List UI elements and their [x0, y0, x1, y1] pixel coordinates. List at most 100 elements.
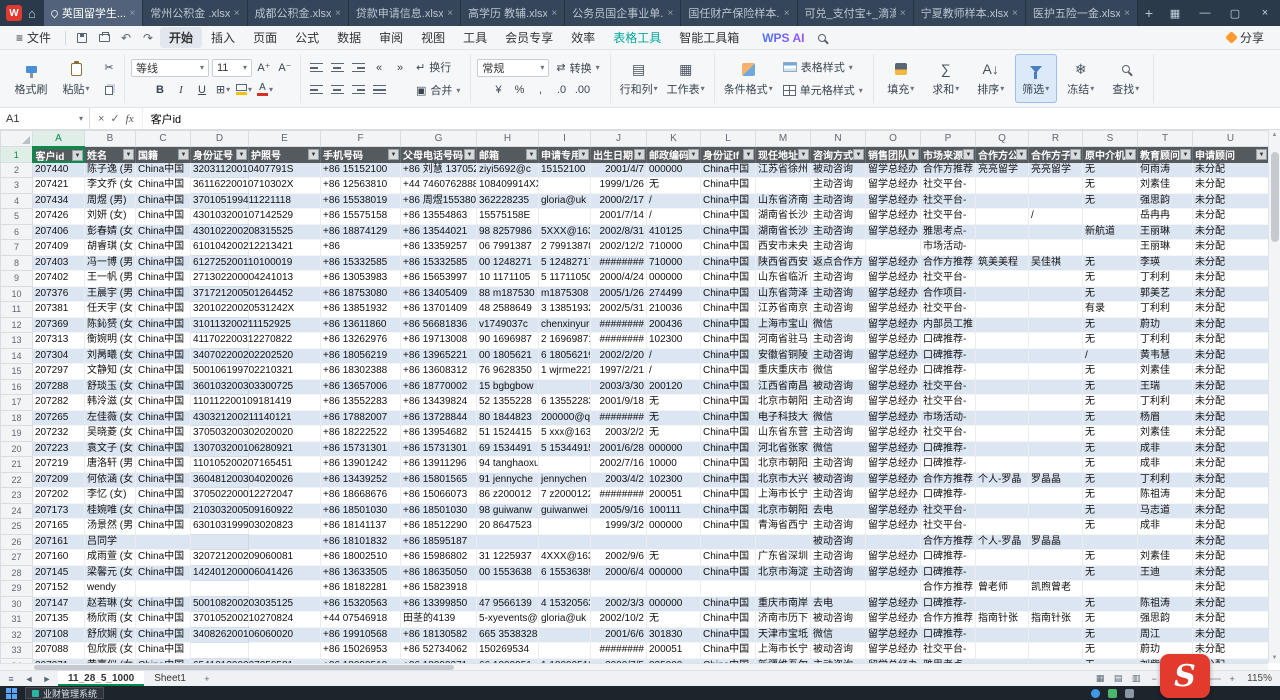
decrease-font-button[interactable]: A⁻: [276, 59, 294, 77]
cell[interactable]: 无: [1083, 163, 1138, 178]
wps-logo-icon[interactable]: W: [6, 5, 22, 21]
cell[interactable]: /: [1083, 348, 1138, 364]
cell[interactable]: 上海市长宁: [756, 488, 811, 504]
cell[interactable]: 207209: [33, 472, 85, 488]
cell[interactable]: 田茎的4139: [401, 612, 477, 628]
column-header[interactable]: A: [33, 131, 85, 147]
cell[interactable]: 500108200203035125: [191, 596, 249, 612]
wrap-text-button[interactable]: ↵换行: [412, 58, 464, 76]
cell[interactable]: +86 18182281: [321, 581, 401, 597]
menu-tab[interactable]: 公式: [286, 27, 328, 48]
cell[interactable]: ########: [591, 643, 647, 659]
cell[interactable]: China中国: [136, 627, 191, 643]
cell[interactable]: [866, 240, 921, 256]
cell[interactable]: 亮亮留学: [1029, 163, 1083, 178]
cell[interactable]: China中国: [701, 441, 756, 457]
cell[interactable]: 汤景然 (男: [85, 519, 136, 535]
cell[interactable]: [866, 581, 921, 597]
cell[interactable]: 未分配: [1193, 209, 1269, 225]
cell[interactable]: [539, 519, 591, 535]
decrease-decimal-button[interactable]: .0: [553, 81, 571, 99]
cell[interactable]: [191, 643, 249, 659]
menu-tab[interactable]: 会员专享: [496, 27, 562, 48]
cell[interactable]: China中国: [136, 395, 191, 411]
cell[interactable]: China中国: [701, 519, 756, 535]
start-button[interactable]: [6, 688, 17, 699]
row-number[interactable]: 27: [1, 550, 33, 566]
cell[interactable]: 36116220010710302X: [191, 178, 249, 194]
cell[interactable]: +86 13359257: [401, 240, 477, 256]
cell[interactable]: +86 刘慧 137052: [401, 163, 477, 178]
cell[interactable]: 未分配: [1193, 178, 1269, 194]
cell[interactable]: 合作方推荐: [921, 581, 976, 597]
cell[interactable]: 无: [1083, 271, 1138, 287]
cell[interactable]: 207288: [33, 379, 85, 395]
currency-button[interactable]: ¥: [490, 81, 508, 99]
cell[interactable]: 2003/4/2: [591, 472, 647, 488]
cell[interactable]: [539, 627, 591, 643]
cell[interactable]: China中国: [136, 333, 191, 349]
cell[interactable]: +86 18302388: [321, 364, 401, 380]
borders-button[interactable]: ⊞▾: [214, 81, 232, 99]
cell[interactable]: +44 07546918: [321, 612, 401, 628]
add-sheet-button[interactable]: +: [200, 674, 214, 684]
cell[interactable]: 710000: [647, 255, 701, 271]
cell[interactable]: 上海市宝山: [756, 317, 811, 333]
row-number[interactable]: 3: [1, 178, 33, 194]
cell[interactable]: 重庆市南岸: [756, 596, 811, 612]
cell[interactable]: 无: [647, 426, 701, 442]
cell[interactable]: 2002/9/6: [591, 550, 647, 566]
cell[interactable]: [477, 534, 539, 550]
cell[interactable]: /: [647, 364, 701, 380]
cell[interactable]: China中国: [701, 643, 756, 659]
cell[interactable]: 未分配: [1193, 410, 1269, 426]
cell[interactable]: [976, 348, 1029, 364]
cell[interactable]: 207088: [33, 643, 85, 659]
cell[interactable]: 留学总经办: [866, 209, 921, 225]
increase-font-button[interactable]: A⁺: [255, 59, 273, 77]
cell[interactable]: 200436: [647, 317, 701, 333]
cell[interactable]: 北京市朝阳: [756, 457, 811, 473]
cell[interactable]: [1029, 441, 1083, 457]
cell[interactable]: 2005/1/26: [591, 286, 647, 302]
cell[interactable]: 口碑推荐-: [921, 488, 976, 504]
cell[interactable]: 梁馨元 (女: [85, 565, 136, 581]
table-header-cell[interactable]: 客户id▼: [33, 147, 85, 163]
worksheet-button[interactable]: ▦ 工作表▾: [664, 54, 708, 103]
cell[interactable]: 无: [1083, 395, 1138, 411]
cell[interactable]: 207282: [33, 395, 85, 411]
cell[interactable]: 2001/7/14: [591, 209, 647, 225]
cell[interactable]: 合作方推荐: [921, 163, 976, 178]
cell[interactable]: [1029, 364, 1083, 380]
cell[interactable]: 7 z2000122: [539, 488, 591, 504]
table-header-cell[interactable]: 咨询方式▼: [811, 147, 866, 163]
rows-cols-button[interactable]: ▤ 行和列▾: [617, 54, 661, 103]
cell[interactable]: [1029, 503, 1083, 519]
column-header[interactable]: G: [401, 131, 477, 147]
cell[interactable]: 口碑推荐-: [921, 441, 976, 457]
cell[interactable]: 陈子逸 (男: [85, 163, 136, 178]
cell[interactable]: 207161: [33, 534, 85, 550]
cell[interactable]: 110112200109181419: [191, 395, 249, 411]
comma-button[interactable]: ,: [532, 81, 550, 99]
cell[interactable]: China中国: [701, 224, 756, 240]
cell[interactable]: [976, 457, 1029, 473]
row-number[interactable]: 26: [1, 534, 33, 550]
row-number[interactable]: 24: [1, 503, 33, 519]
cell[interactable]: [1029, 426, 1083, 442]
cell[interactable]: 留学总经办: [866, 255, 921, 271]
cell[interactable]: [976, 519, 1029, 535]
cell[interactable]: jennychen: [539, 472, 591, 488]
freeze-button[interactable]: ❄ 冻结▾: [1060, 54, 1102, 103]
cell[interactable]: China中国: [136, 224, 191, 240]
cell[interactable]: 15575158E: [477, 209, 539, 225]
cell[interactable]: 赵若琳 (女: [85, 596, 136, 612]
cell[interactable]: 2002/10/2: [591, 612, 647, 628]
merge-cells-button[interactable]: ▣合并▾: [412, 81, 464, 99]
cell[interactable]: 留学总经办: [866, 224, 921, 240]
cell[interactable]: 王瑞: [1138, 379, 1193, 395]
cell[interactable]: [811, 581, 866, 597]
cell[interactable]: [976, 302, 1029, 318]
column-header[interactable]: B: [85, 131, 136, 147]
cell[interactable]: +86 周煜155380: [401, 193, 477, 209]
